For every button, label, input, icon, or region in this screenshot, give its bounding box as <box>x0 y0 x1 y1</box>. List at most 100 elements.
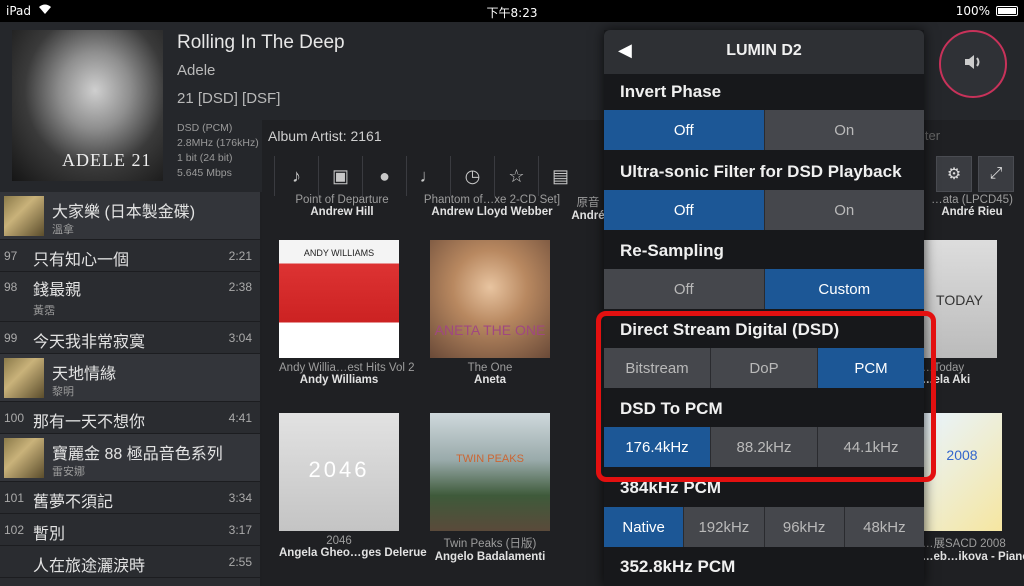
segment-option[interactable]: Off <box>604 110 765 150</box>
tech-bits: 1 bit (24 bit) <box>177 152 233 164</box>
playlist: 大家樂 (日本製金碟) 溫拿 97 只有知心一個 2:21 98 錢最親 黃霑 2:38 99 今天… <box>0 192 260 586</box>
segment-option[interactable]: 192kHz <box>684 507 765 547</box>
album-artist: Andrew Lloyd Webber <box>431 206 553 218</box>
album-group-header[interactable]: 天地情緣 黎明 <box>0 354 260 402</box>
track-row[interactable]: 98 錢最親黃霑 2:38 <box>0 272 260 322</box>
album-art: TWIN PEAKS <box>430 413 550 531</box>
artist-icon[interactable]: ● <box>362 156 406 196</box>
tech-rate: 2.8MHz (176kHz) <box>177 137 259 149</box>
segment-option[interactable]: Off <box>604 269 765 309</box>
segmented-control: Off On <box>604 110 924 150</box>
album-title: …展SACD 2008 <box>922 538 1006 550</box>
note-icon[interactable]: ♪ <box>274 156 318 196</box>
album-title: Twin Peaks (日版) <box>443 538 537 550</box>
panel-title: LUMIN D2 <box>726 42 802 59</box>
track-duration: 3:17 <box>228 523 252 537</box>
album-tile[interactable]: TWIN PEAKS Twin Peaks (日版) Angelo Badala… <box>430 413 550 563</box>
album-caption[interactable]: …ata (LPCD45) André Rieu <box>922 194 1022 218</box>
album-group-header[interactable]: 寶麗金 88 極品音色系列 雷安娜 <box>0 434 260 482</box>
guitar-icon[interactable]: ♩ <box>406 156 450 196</box>
right-tools: ⚙ ⤢ <box>936 156 1014 192</box>
volume-button[interactable] <box>939 30 1007 98</box>
album-tile[interactable]: 2046 2046 Angela Gheo…ges Delerue <box>279 413 427 559</box>
album-art-text: TODAY <box>936 292 983 308</box>
track-number: 97 <box>4 249 18 263</box>
album-art-text: TWIN PEAKS <box>456 453 524 465</box>
track-number: 102 <box>4 523 25 537</box>
setting-label: Invert Phase <box>620 82 722 101</box>
segment-option[interactable]: Off <box>604 190 765 230</box>
track-row[interactable]: 99 今天我非常寂寞 3:04 <box>0 322 260 354</box>
track-title: 只有知心一個 <box>33 252 130 269</box>
album-caption[interactable]: 原音 André <box>568 194 608 222</box>
highlight-annotation <box>596 311 936 482</box>
album-artist: Angelo Badalamenti <box>434 551 546 563</box>
track-row[interactable]: 100 那有一天不想你 4:41 <box>0 402 260 434</box>
album-artist: Aneta <box>474 374 506 386</box>
album-tile[interactable]: ANDY WILLIAMS Andy Willia…est Hits Vol 2… <box>279 240 415 386</box>
album-caption[interactable]: Point of Departure Andrew Hill <box>282 194 402 218</box>
album-group-header[interactable]: 大家樂 (日本製金碟) 溫拿 <box>0 192 260 240</box>
album-title: Andy Willia…est Hits Vol 2 <box>279 362 415 374</box>
track-row[interactable]: 97 只有知心一個 2:21 <box>0 240 260 272</box>
track-artist: 黃霑 <box>33 305 55 317</box>
track-title: 今天我非常寂寞 <box>33 334 146 351</box>
segment-option[interactable]: 48kHz <box>844 507 924 547</box>
segment-option[interactable]: 96kHz <box>764 507 845 547</box>
segment-option[interactable]: Custom <box>764 269 924 309</box>
cover-text: ADELE 21 <box>62 150 152 170</box>
album-artist: Andrew Hill <box>310 206 374 218</box>
album-icon[interactable]: ▣ <box>318 156 362 196</box>
album-thumbnail <box>4 438 44 478</box>
track-title: 暫別 <box>33 526 66 543</box>
album-art-text: ANDY WILLIAMS <box>303 248 375 258</box>
track-duration: 3:34 <box>228 491 252 505</box>
album-title: The One <box>467 362 513 374</box>
album-tile[interactable]: ANETA THE ONE The One Aneta <box>430 240 550 386</box>
album-tile[interactable]: 2008 …展SACD 2008 …eb…ikova - Piano <box>922 413 1024 563</box>
folder-icon[interactable]: ▤ <box>538 156 582 196</box>
album-tile[interactable]: TODAY …Today …ela Aki <box>922 240 1022 386</box>
track-title: 錢最親 <box>33 282 82 299</box>
track-row[interactable]: 101 舊夢不須記 3:34 <box>0 482 260 514</box>
album-art: ANDY WILLIAMS <box>279 240 399 358</box>
track-title: 那有一天不想你 <box>33 414 146 431</box>
track-duration: 2:55 <box>228 555 252 569</box>
segmented-control: Off On <box>604 190 924 230</box>
album-title: 原音 <box>576 197 600 209</box>
album-title: 寶麗金 88 極品音色系列 <box>52 446 223 463</box>
album-art: 2046 <box>279 413 399 531</box>
album-artist: André <box>571 210 605 222</box>
album-title: 大家樂 (日本製金碟) <box>52 204 196 221</box>
device-settings-panel: ◀ LUMIN D2 Invert Phase Off On Ultra-sonic … <box>604 30 924 586</box>
track-artist: Adele <box>177 62 216 79</box>
fullscreen-icon[interactable]: ⤢ <box>978 156 1014 192</box>
track-number: 98 <box>4 280 18 294</box>
track-duration: 4:41 <box>228 411 252 425</box>
segmented-control: Native 192kHz 96kHz 48kHz <box>604 507 924 547</box>
setting-label: 352.8kHz PCM <box>620 557 736 576</box>
album-artist: Angela Gheo…ges Delerue <box>279 547 427 559</box>
gear-icon[interactable]: ⚙ <box>936 156 972 192</box>
filter-input[interactable]: lter <box>922 128 940 143</box>
segment-option[interactable]: On <box>764 190 924 230</box>
album-caption[interactable]: Phantom of…xe 2-CD Set] Andrew Lloyd Web… <box>422 194 562 218</box>
track-row[interactable]: 人在旅途灑淚時 2:55 <box>0 546 260 578</box>
tech-format: DSD (PCM) <box>177 122 233 134</box>
track-title: 人在旅途灑淚時 <box>33 558 146 575</box>
album-thumbnail <box>4 196 44 236</box>
track-duration: 2:38 <box>228 280 252 294</box>
segment-option[interactable]: Native <box>604 507 685 547</box>
status-bar: iPad 下午8:23 100% <box>0 0 1024 22</box>
album-cover[interactable]: ADELE 21 <box>12 30 163 181</box>
segment-option[interactable]: On <box>764 110 924 150</box>
track-duration: 3:04 <box>228 331 252 345</box>
clock-icon[interactable]: ◷ <box>450 156 494 196</box>
setting-label: Re-Sampling <box>620 241 724 260</box>
album-art-text: 2046 <box>308 457 370 482</box>
track-row[interactable]: 102 暫別 3:17 <box>0 514 260 546</box>
album-art: ANETA THE ONE <box>430 240 550 358</box>
album-artist: Andy Williams <box>299 374 379 386</box>
status-time: 下午8:23 <box>486 6 538 20</box>
star-icon[interactable]: ☆ <box>494 156 538 196</box>
